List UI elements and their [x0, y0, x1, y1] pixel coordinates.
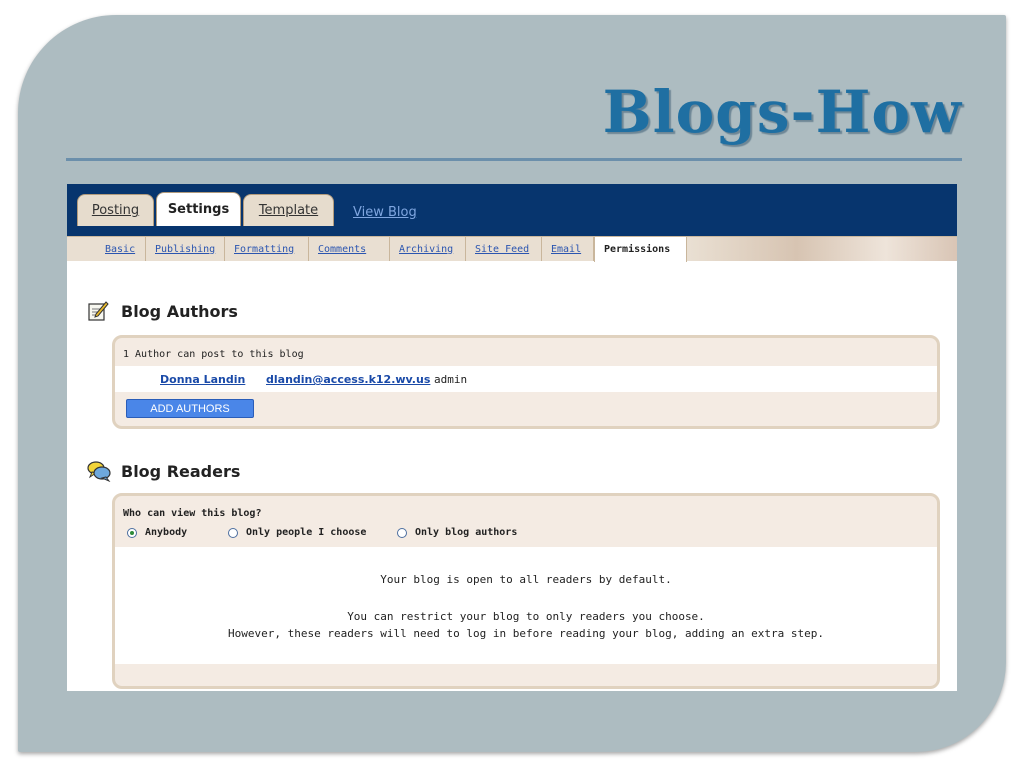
radio-people-label: Only people I choose — [246, 527, 367, 538]
blog-readers-heading: Blog Readers — [87, 460, 241, 483]
radio-anybody[interactable]: Anybody — [127, 527, 187, 538]
subtab-basic[interactable]: Basic — [96, 237, 146, 261]
tab-settings[interactable]: Settings — [156, 192, 241, 226]
main-tab-bar: Posting Settings Template View Blog — [67, 184, 957, 236]
radio-anybody-label: Anybody — [145, 527, 188, 538]
settings-subtab-bar: Basic Publishing Formatting Comments Arc… — [67, 236, 957, 262]
author-row: Donna Landin dlandin@access.k12.wv.us ad… — [115, 366, 937, 392]
view-blog-link[interactable]: View Blog — [353, 205, 417, 220]
radio-only-blog-authors[interactable]: Only blog authors — [397, 527, 517, 538]
readers-default-message: Your blog is open to all readers by defa… — [380, 573, 672, 586]
add-authors-button[interactable]: ADD AUTHORS — [126, 399, 254, 418]
reader-question: Who can view this blog? — [123, 508, 262, 519]
tab-template[interactable]: Template — [243, 194, 334, 226]
subtab-site-feed[interactable]: Site Feed — [466, 237, 542, 261]
readers-box: Who can view this blog? Anybody Only peo… — [112, 493, 940, 689]
readers-message-area: Your blog is open to all readers by defa… — [115, 547, 937, 664]
blog-readers-title: Blog Readers — [121, 461, 241, 481]
radio-anybody-button[interactable] — [127, 527, 137, 538]
blogger-settings-panel: Posting Settings Template View Blog Basi… — [67, 184, 957, 691]
readers-login-message: However, these readers will need to log … — [227, 627, 825, 640]
subtab-permissions[interactable]: Permissions — [594, 237, 687, 262]
radio-authors-label: Only blog authors — [415, 527, 518, 538]
author-email-link[interactable]: dlandin@access.k12.wv.us — [266, 373, 430, 386]
title-divider — [66, 158, 962, 161]
radio-only-people-i-choose[interactable]: Only people I choose — [228, 527, 366, 538]
subtab-email[interactable]: Email — [542, 237, 594, 261]
author-role: admin — [434, 373, 468, 386]
tab-posting[interactable]: Posting — [77, 194, 154, 226]
authors-box: 1 Author can post to this blog Donna Lan… — [112, 335, 940, 429]
radio-people-button[interactable] — [228, 527, 238, 538]
blog-authors-title: Blog Authors — [121, 301, 238, 321]
speech-bubbles-icon — [87, 460, 111, 483]
subtab-publishing[interactable]: Publishing — [146, 237, 225, 261]
radio-authors-button[interactable] — [397, 527, 407, 538]
author-name-link[interactable]: Donna Landin — [160, 373, 245, 386]
author-count-text: 1 Author can post to this blog — [123, 349, 304, 360]
subtab-formatting[interactable]: Formatting — [225, 237, 309, 261]
slide-title: Blogs-How — [602, 78, 962, 146]
edit-notepad-icon — [87, 300, 109, 322]
subtab-archiving[interactable]: Archiving — [390, 237, 466, 261]
subtab-comments[interactable]: Comments — [309, 237, 390, 261]
blog-authors-heading: Blog Authors — [87, 300, 238, 322]
readers-restrict-message: You can restrict your blog to only reade… — [347, 610, 705, 623]
